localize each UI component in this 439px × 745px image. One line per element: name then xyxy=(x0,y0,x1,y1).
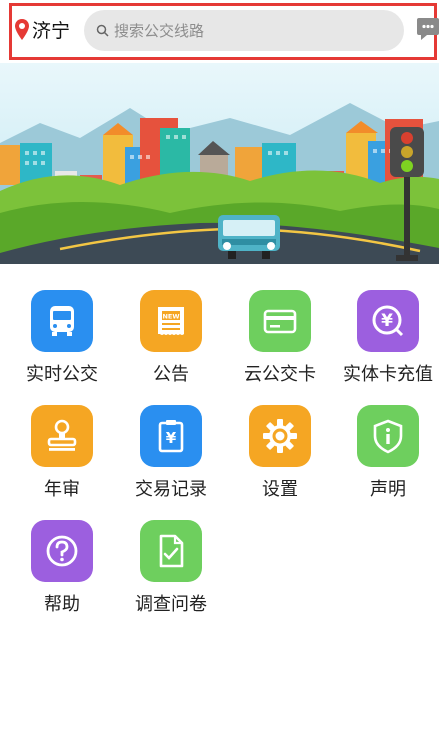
search-placeholder: 搜索公交线路 xyxy=(114,22,205,40)
menu-label: 年审 xyxy=(44,479,80,500)
yen-recharge-icon: ¥ xyxy=(357,290,419,352)
menu-item-transactions[interactable]: ¥ 交易记录 xyxy=(121,405,221,515)
top-bar: 济宁 搜索公交线路 xyxy=(9,3,439,60)
menu-item-announcement[interactable]: NEW 公告 xyxy=(121,290,221,400)
menu-label: 实体卡充值 xyxy=(343,364,433,385)
menu-item-statement[interactable]: 声明 xyxy=(338,405,438,515)
search-input[interactable]: 搜索公交线路 xyxy=(84,10,404,51)
city-selector[interactable]: 济宁 xyxy=(14,16,70,43)
newspaper-icon: NEW xyxy=(140,290,202,352)
menu-item-settings[interactable]: 设置 xyxy=(230,405,330,515)
banner-illustration xyxy=(0,63,439,264)
menu-label: 帮助 xyxy=(44,594,80,615)
menu-label: 云公交卡 xyxy=(244,364,316,385)
bus-icon xyxy=(31,290,93,352)
help-icon xyxy=(31,520,93,582)
city-bus-banner xyxy=(0,63,439,264)
search-icon xyxy=(96,24,109,37)
shield-icon xyxy=(357,405,419,467)
menu-item-annual-review[interactable]: 年审 xyxy=(12,405,112,515)
menu-item-help[interactable]: 帮助 xyxy=(12,520,112,630)
gear-icon xyxy=(249,405,311,467)
menu-label: 实时公交 xyxy=(26,364,98,385)
menu-label: 声明 xyxy=(370,479,406,500)
menu-label: 调查问卷 xyxy=(135,594,207,615)
menu-label: 设置 xyxy=(262,479,298,500)
menu-label: 交易记录 xyxy=(135,479,207,500)
message-icon[interactable] xyxy=(416,16,439,42)
card-icon xyxy=(249,290,311,352)
stamp-icon xyxy=(31,405,93,467)
svg-text:¥: ¥ xyxy=(166,429,177,447)
survey-icon xyxy=(140,520,202,582)
menu-item-card-recharge[interactable]: ¥ 实体卡充值 xyxy=(338,290,438,400)
menu-item-realtime-bus[interactable]: 实时公交 xyxy=(12,290,112,400)
svg-text:¥: ¥ xyxy=(381,311,393,331)
receipt-icon: ¥ xyxy=(140,405,202,467)
menu-item-cloud-card[interactable]: 云公交卡 xyxy=(230,290,330,400)
city-name: 济宁 xyxy=(32,20,71,42)
location-pin-icon xyxy=(15,18,29,40)
svg-text:NEW: NEW xyxy=(162,313,179,321)
menu-item-survey[interactable]: 调查问卷 xyxy=(121,520,221,630)
menu-label: 公告 xyxy=(153,364,189,385)
